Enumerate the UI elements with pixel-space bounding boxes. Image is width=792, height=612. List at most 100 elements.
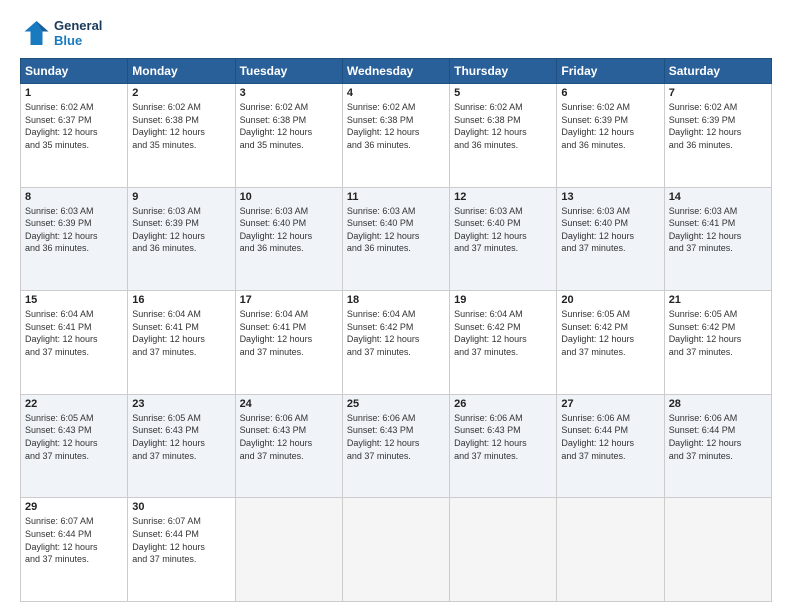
cell-info: Sunrise: 6:04 AM Sunset: 6:41 PM Dayligh…	[240, 308, 338, 358]
day-number: 9	[132, 191, 230, 203]
day-number: 16	[132, 294, 230, 306]
day-number: 3	[240, 87, 338, 99]
calendar-week-4: 22 Sunrise: 6:05 AM Sunset: 6:43 PM Dayli…	[21, 394, 772, 498]
day-number: 19	[454, 294, 552, 306]
day-number: 12	[454, 191, 552, 203]
day-header-tuesday: Tuesday	[235, 59, 342, 84]
cell-info: Sunrise: 6:04 AM Sunset: 6:42 PM Dayligh…	[347, 308, 445, 358]
calendar-cell: 16 Sunrise: 6:04 AM Sunset: 6:41 PM Dayli…	[128, 291, 235, 395]
cell-info: Sunrise: 6:05 AM Sunset: 6:42 PM Dayligh…	[669, 308, 767, 358]
cell-info: Sunrise: 6:02 AM Sunset: 6:38 PM Dayligh…	[347, 101, 445, 151]
calendar-body: 1 Sunrise: 6:02 AM Sunset: 6:37 PM Daylig…	[21, 84, 772, 602]
day-number: 26	[454, 398, 552, 410]
calendar-cell: 18 Sunrise: 6:04 AM Sunset: 6:42 PM Dayli…	[342, 291, 449, 395]
cell-info: Sunrise: 6:03 AM Sunset: 6:39 PM Dayligh…	[132, 205, 230, 255]
calendar-cell: 10 Sunrise: 6:03 AM Sunset: 6:40 PM Dayli…	[235, 187, 342, 291]
calendar-cell: 24 Sunrise: 6:06 AM Sunset: 6:43 PM Dayli…	[235, 394, 342, 498]
day-number: 15	[25, 294, 123, 306]
day-header-wednesday: Wednesday	[342, 59, 449, 84]
day-number: 28	[669, 398, 767, 410]
cell-info: Sunrise: 6:07 AM Sunset: 6:44 PM Dayligh…	[132, 515, 230, 565]
cell-info: Sunrise: 6:02 AM Sunset: 6:38 PM Dayligh…	[132, 101, 230, 151]
cell-info: Sunrise: 6:06 AM Sunset: 6:44 PM Dayligh…	[561, 412, 659, 462]
calendar-cell: 5Sunrise: 6:02 AM Sunset: 6:38 PM Daylig…	[450, 84, 557, 188]
calendar-cell: 26 Sunrise: 6:06 AM Sunset: 6:43 PM Dayli…	[450, 394, 557, 498]
day-number: 7	[669, 87, 767, 99]
day-number: 22	[25, 398, 123, 410]
day-number: 2	[132, 87, 230, 99]
cell-info: Sunrise: 6:03 AM Sunset: 6:39 PM Dayligh…	[25, 205, 123, 255]
day-number: 30	[132, 501, 230, 513]
calendar-cell: 20Sunrise: 6:05 AM Sunset: 6:42 PM Dayli…	[557, 291, 664, 395]
logo-icon	[20, 18, 50, 48]
day-header-saturday: Saturday	[664, 59, 771, 84]
day-number: 17	[240, 294, 338, 306]
calendar-cell: 23Sunrise: 6:05 AM Sunset: 6:43 PM Dayli…	[128, 394, 235, 498]
day-header-friday: Friday	[557, 59, 664, 84]
calendar-cell: 25Sunrise: 6:06 AM Sunset: 6:43 PM Dayli…	[342, 394, 449, 498]
cell-info: Sunrise: 6:02 AM Sunset: 6:39 PM Dayligh…	[561, 101, 659, 151]
day-number: 5	[454, 87, 552, 99]
logo-text: General Blue	[54, 18, 102, 48]
cell-info: Sunrise: 6:06 AM Sunset: 6:43 PM Dayligh…	[454, 412, 552, 462]
calendar-cell: 11 Sunrise: 6:03 AM Sunset: 6:40 PM Dayli…	[342, 187, 449, 291]
calendar-cell: 1 Sunrise: 6:02 AM Sunset: 6:37 PM Daylig…	[21, 84, 128, 188]
calendar-cell	[235, 498, 342, 602]
calendar-cell: 21 Sunrise: 6:05 AM Sunset: 6:42 PM Dayli…	[664, 291, 771, 395]
calendar-cell	[450, 498, 557, 602]
calendar-cell: 29 Sunrise: 6:07 AM Sunset: 6:44 PM Dayli…	[21, 498, 128, 602]
day-number: 21	[669, 294, 767, 306]
cell-info: Sunrise: 6:06 AM Sunset: 6:43 PM Dayligh…	[347, 412, 445, 462]
day-number: 8	[25, 191, 123, 203]
cell-info: Sunrise: 6:03 AM Sunset: 6:40 PM Dayligh…	[347, 205, 445, 255]
header: General Blue	[20, 18, 772, 48]
cell-info: Sunrise: 6:03 AM Sunset: 6:40 PM Dayligh…	[240, 205, 338, 255]
day-header-thursday: Thursday	[450, 59, 557, 84]
calendar-cell: 4 Sunrise: 6:02 AM Sunset: 6:38 PM Daylig…	[342, 84, 449, 188]
cell-info: Sunrise: 6:05 AM Sunset: 6:42 PM Dayligh…	[561, 308, 659, 358]
cell-info: Sunrise: 6:07 AM Sunset: 6:44 PM Dayligh…	[25, 515, 123, 565]
calendar-table: SundayMondayTuesdayWednesdayThursdayFrid…	[20, 58, 772, 602]
day-number: 1	[25, 87, 123, 99]
day-number: 13	[561, 191, 659, 203]
calendar-cell	[342, 498, 449, 602]
day-header-monday: Monday	[128, 59, 235, 84]
calendar-cell: 28 Sunrise: 6:06 AM Sunset: 6:44 PM Dayli…	[664, 394, 771, 498]
cell-info: Sunrise: 6:03 AM Sunset: 6:40 PM Dayligh…	[561, 205, 659, 255]
calendar-cell: 22 Sunrise: 6:05 AM Sunset: 6:43 PM Dayli…	[21, 394, 128, 498]
day-number: 29	[25, 501, 123, 513]
cell-info: Sunrise: 6:03 AM Sunset: 6:40 PM Dayligh…	[454, 205, 552, 255]
calendar-cell: 17 Sunrise: 6:04 AM Sunset: 6:41 PM Dayli…	[235, 291, 342, 395]
logo: General Blue	[20, 18, 102, 48]
day-number: 18	[347, 294, 445, 306]
day-number: 4	[347, 87, 445, 99]
cell-info: Sunrise: 6:04 AM Sunset: 6:42 PM Dayligh…	[454, 308, 552, 358]
calendar-week-5: 29 Sunrise: 6:07 AM Sunset: 6:44 PM Dayli…	[21, 498, 772, 602]
calendar-cell: 15Sunrise: 6:04 AM Sunset: 6:41 PM Dayli…	[21, 291, 128, 395]
page: General Blue SundayMondayTuesdayWednesda…	[0, 0, 792, 612]
cell-info: Sunrise: 6:06 AM Sunset: 6:44 PM Dayligh…	[669, 412, 767, 462]
cell-info: Sunrise: 6:02 AM Sunset: 6:38 PM Dayligh…	[240, 101, 338, 151]
calendar-cell: 8 Sunrise: 6:03 AM Sunset: 6:39 PM Daylig…	[21, 187, 128, 291]
cell-info: Sunrise: 6:04 AM Sunset: 6:41 PM Dayligh…	[132, 308, 230, 358]
day-number: 27	[561, 398, 659, 410]
cell-info: Sunrise: 6:05 AM Sunset: 6:43 PM Dayligh…	[132, 412, 230, 462]
calendar-cell	[664, 498, 771, 602]
calendar-cell: 12 Sunrise: 6:03 AM Sunset: 6:40 PM Dayli…	[450, 187, 557, 291]
calendar-cell: 19 Sunrise: 6:04 AM Sunset: 6:42 PM Dayli…	[450, 291, 557, 395]
calendar-cell: 7 Sunrise: 6:02 AM Sunset: 6:39 PM Daylig…	[664, 84, 771, 188]
calendar-cell: 30 Sunrise: 6:07 AM Sunset: 6:44 PM Dayli…	[128, 498, 235, 602]
day-number: 24	[240, 398, 338, 410]
calendar-cell	[557, 498, 664, 602]
calendar-week-1: 1 Sunrise: 6:02 AM Sunset: 6:37 PM Daylig…	[21, 84, 772, 188]
day-number: 10	[240, 191, 338, 203]
day-number: 6	[561, 87, 659, 99]
calendar-cell: 14Sunrise: 6:03 AM Sunset: 6:41 PM Dayli…	[664, 187, 771, 291]
cell-info: Sunrise: 6:02 AM Sunset: 6:37 PM Dayligh…	[25, 101, 123, 151]
calendar-cell: 9 Sunrise: 6:03 AM Sunset: 6:39 PM Daylig…	[128, 187, 235, 291]
cell-info: Sunrise: 6:02 AM Sunset: 6:39 PM Dayligh…	[669, 101, 767, 151]
day-number: 11	[347, 191, 445, 203]
cell-info: Sunrise: 6:05 AM Sunset: 6:43 PM Dayligh…	[25, 412, 123, 462]
calendar-week-2: 8 Sunrise: 6:03 AM Sunset: 6:39 PM Daylig…	[21, 187, 772, 291]
cell-info: Sunrise: 6:06 AM Sunset: 6:43 PM Dayligh…	[240, 412, 338, 462]
